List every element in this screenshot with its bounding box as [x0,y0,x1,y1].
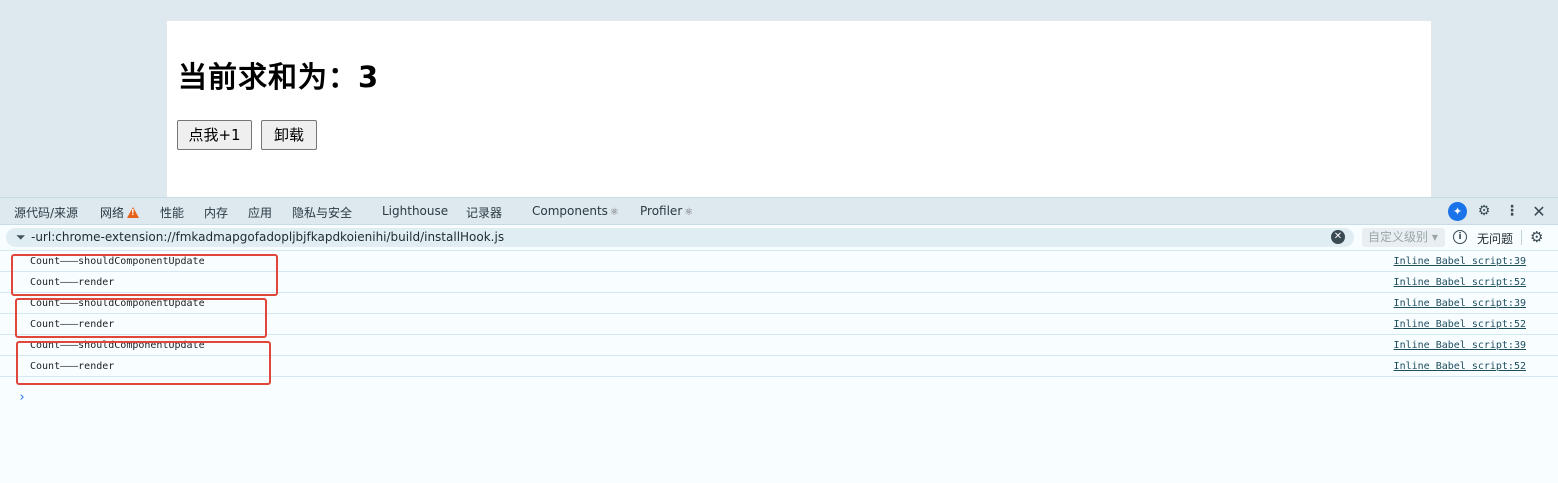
tab-lighthouse[interactable]: Lighthouse [382,204,448,218]
filter-value: -url:chrome-extension://fmkadmapgofadopl… [31,230,505,244]
settings-icon[interactable]: ⚙ [1475,202,1493,220]
issues-count[interactable]: 无问题 [1477,230,1513,247]
source-link[interactable]: Inline Babel script:39 [1394,340,1526,351]
devtools-panel: 源代码/来源 网络 性能 内存 应用 隐私与安全 Lighthouse 记录器 … [0,197,1558,483]
unmount-button[interactable]: 卸载 [261,120,317,150]
log-level-label: 自定义级别 [1368,230,1429,244]
console-settings-icon[interactable]: ⚙ [1530,228,1543,246]
tab-application[interactable]: 应用 [248,204,272,221]
source-link[interactable]: Inline Babel script:39 [1394,256,1526,267]
tab-network-label: 网络 [100,206,125,220]
more-icon[interactable]: ⋮ [1503,202,1521,220]
console-prompt[interactable]: › [18,390,26,405]
page-viewport: 当前求和为：3 点我+1 卸载 [0,0,1558,197]
console-filter-bar: ⏷ -url:chrome-extension://fmkadmapgofado… [0,225,1558,251]
sum-heading: 当前求和为：3 [178,60,380,94]
clear-icon[interactable]: ✕ [1331,230,1345,244]
tab-memory[interactable]: 内存 [204,204,228,221]
annotation-box [11,254,278,296]
tab-components-label: Components [532,204,608,218]
react-icon: ⚛ [684,207,694,218]
info-icon: i [1453,230,1467,244]
close-icon[interactable]: ✕ [1530,202,1548,221]
warning-icon [127,207,140,218]
tab-performance[interactable]: 性能 [160,204,184,221]
annotation-box [16,341,271,385]
devtools-tabbar: 源代码/来源 网络 性能 内存 应用 隐私与安全 Lighthouse 记录器 … [0,198,1558,225]
filter-input[interactable]: ⏷ -url:chrome-extension://fmkadmapgofado… [6,228,1354,247]
ai-assistant-icon[interactable]: ✦ [1448,202,1467,221]
tab-profiler[interactable]: Profiler ⚛ [640,204,693,218]
react-icon: ⚛ [609,207,619,218]
tab-recorder[interactable]: 记录器 [466,204,502,221]
tab-network[interactable]: 网络 [100,204,140,221]
source-link[interactable]: Inline Babel script:52 [1394,319,1526,330]
source-link[interactable]: Inline Babel script:52 [1394,361,1526,372]
annotation-box [15,298,267,338]
divider [1521,230,1522,245]
page-content: 当前求和为：3 点我+1 卸载 [166,20,1432,197]
filter-icon: ⏷ [16,230,26,244]
tab-components[interactable]: Components ⚛ [532,204,619,218]
tab-profiler-label: Profiler [640,204,683,218]
tab-sources[interactable]: 源代码/来源 [14,204,78,221]
log-level-select[interactable]: 自定义级别 ▾ [1362,228,1445,247]
source-link[interactable]: Inline Babel script:39 [1394,298,1526,309]
tab-privacy-security[interactable]: 隐私与安全 [292,204,352,221]
increment-button[interactable]: 点我+1 [177,120,252,150]
source-link[interactable]: Inline Babel script:52 [1394,277,1526,288]
